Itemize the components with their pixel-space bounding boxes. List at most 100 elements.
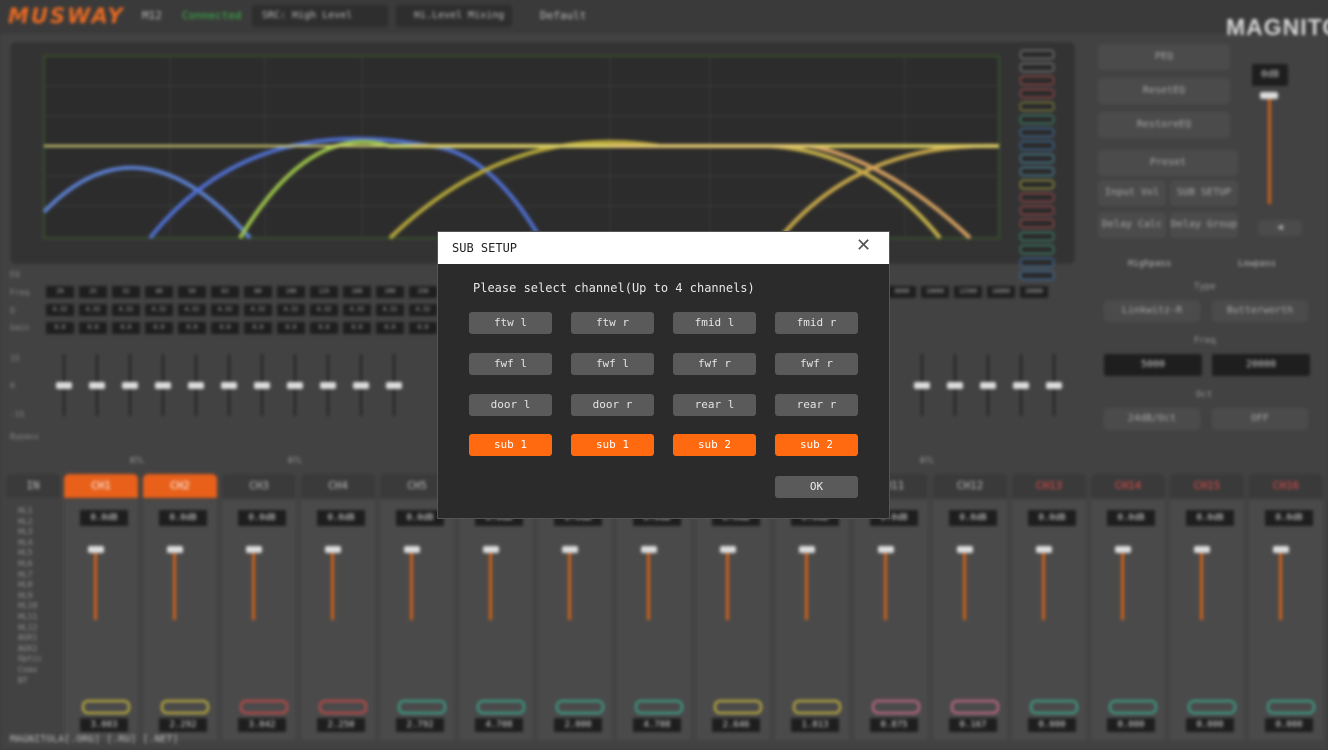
channel-button-sub-2-2[interactable]: sub 2	[775, 434, 858, 456]
eq-slider-knob[interactable]	[254, 382, 270, 389]
delay-group-button[interactable]: Delay Group	[1170, 212, 1238, 238]
eq-slider-knob[interactable]	[320, 382, 336, 389]
channel-fader-track[interactable]	[1121, 548, 1124, 620]
channel-delay-value[interactable]: 0.000	[1107, 718, 1155, 732]
link-button[interactable]	[556, 700, 604, 714]
channel-fader-knob[interactable]	[1115, 546, 1131, 553]
channel-delay-value[interactable]: 0.000	[1265, 718, 1313, 732]
link-button[interactable]	[1188, 700, 1236, 714]
channel-fader-knob[interactable]	[878, 546, 894, 553]
freq-cell[interactable]: 160	[343, 286, 371, 298]
highpass-freq-field[interactable]: 5000	[1104, 354, 1202, 376]
channel-tab[interactable]: CH4	[301, 474, 375, 498]
gain-cell[interactable]: 0.0	[211, 322, 239, 334]
channel-delay-value[interactable]: 2.792	[396, 718, 444, 732]
freq-cell[interactable]: 125	[310, 286, 338, 298]
q-cell[interactable]: 4.32	[79, 304, 107, 316]
channel-tab[interactable]: CH15	[1170, 474, 1244, 498]
link-button[interactable]	[319, 700, 367, 714]
lowpass-freq-field[interactable]: 20000	[1212, 354, 1310, 376]
link-button[interactable]	[82, 700, 130, 714]
freq-cell[interactable]: 20000	[1020, 286, 1048, 298]
reset-eq-button[interactable]: ResetEQ	[1098, 78, 1230, 104]
channel-delay-value[interactable]: 3.083	[80, 718, 128, 732]
lowpass-slope-select[interactable]: OFF	[1212, 408, 1308, 430]
input-vol-button[interactable]: Input Vol	[1098, 180, 1166, 206]
channel-delay-value[interactable]: 0.000	[1028, 718, 1076, 732]
preset-button[interactable]: Preset	[1098, 150, 1238, 176]
channel-fader-track[interactable]	[1042, 548, 1045, 620]
q-cell[interactable]: 4.32	[343, 304, 371, 316]
channel-button-rear-r[interactable]: rear r	[775, 394, 858, 416]
q-cell[interactable]: 4.32	[145, 304, 173, 316]
eq-slider-knob[interactable]	[155, 382, 171, 389]
link-button[interactable]	[161, 700, 209, 714]
channel-button-door-l[interactable]: door l	[469, 394, 552, 416]
q-cell[interactable]: 4.32	[211, 304, 239, 316]
channel-fader-knob[interactable]	[246, 546, 262, 553]
link-button[interactable]	[1109, 700, 1157, 714]
q-cell[interactable]: 4.32	[178, 304, 206, 316]
eq-slider-knob[interactable]	[914, 382, 930, 389]
channel-button-fmid-l[interactable]: fmid l	[673, 312, 756, 334]
link-button[interactable]	[477, 700, 525, 714]
freq-cell[interactable]: 63	[211, 286, 239, 298]
channel-fader-track[interactable]	[173, 548, 176, 620]
q-cell[interactable]: 4.32	[244, 304, 272, 316]
channel-fader-track[interactable]	[1279, 548, 1282, 620]
mixing-toggle[interactable]: Hi.Level Mixing	[396, 5, 512, 27]
channel-tab[interactable]: CH1	[64, 474, 138, 498]
gain-cell[interactable]: 0.0	[244, 322, 272, 334]
channel-fader-track[interactable]	[805, 548, 808, 620]
channel-fader-knob[interactable]	[1036, 546, 1052, 553]
channel-fader-track[interactable]	[884, 548, 887, 620]
gain-cell[interactable]: 0.0	[46, 322, 74, 334]
link-button[interactable]	[872, 700, 920, 714]
channel-tab[interactable]: CH12	[933, 474, 1007, 498]
eq-slider-knob[interactable]	[947, 382, 963, 389]
channel-fader-knob[interactable]	[167, 546, 183, 553]
eq-slider-knob[interactable]	[980, 382, 996, 389]
freq-cell[interactable]: 250	[409, 286, 437, 298]
link-button[interactable]	[1267, 700, 1315, 714]
channel-fader-knob[interactable]	[1194, 546, 1210, 553]
channel-fader-track[interactable]	[963, 548, 966, 620]
eq-slider-knob[interactable]	[386, 382, 402, 389]
freq-cell[interactable]: 40	[145, 286, 173, 298]
gain-cell[interactable]: 0.0	[310, 322, 338, 334]
link-button[interactable]	[240, 700, 288, 714]
channel-tab[interactable]: CH3	[222, 474, 296, 498]
channel-delay-value[interactable]: 1.813	[791, 718, 839, 732]
q-cell[interactable]: 4.32	[277, 304, 305, 316]
eq-slider-knob[interactable]	[188, 382, 204, 389]
link-button[interactable]	[1030, 700, 1078, 714]
channel-button-ftw-r[interactable]: ftw r	[571, 312, 654, 334]
freq-cell[interactable]: 50	[178, 286, 206, 298]
channel-fader-knob[interactable]	[957, 546, 973, 553]
channel-fader-track[interactable]	[726, 548, 729, 620]
channel-fader-knob[interactable]	[720, 546, 736, 553]
channel-delay-value[interactable]: 0.875	[870, 718, 918, 732]
freq-cell[interactable]: 200	[376, 286, 404, 298]
channel-button-rear-l[interactable]: rear l	[673, 394, 756, 416]
freq-cell[interactable]: 8000	[888, 286, 916, 298]
peq-button[interactable]: PEQ	[1098, 44, 1230, 70]
preset-name[interactable]: Default	[540, 9, 586, 22]
channel-button-sub-1-2[interactable]: sub 1	[571, 434, 654, 456]
channel-delay-value[interactable]: 0.167	[949, 718, 997, 732]
gain-cell[interactable]: 0.0	[409, 322, 437, 334]
gain-cell[interactable]: 0.0	[376, 322, 404, 334]
gain-cell[interactable]: 0.0	[79, 322, 107, 334]
freq-cell[interactable]: 100	[277, 286, 305, 298]
eq-slider-knob[interactable]	[287, 382, 303, 389]
channel-fader-knob[interactable]	[483, 546, 499, 553]
channel-button-fwf-r-2[interactable]: fwf r	[775, 353, 858, 375]
freq-cell[interactable]: 12500	[954, 286, 982, 298]
channel-fader-track[interactable]	[410, 548, 413, 620]
channel-button-fwf-r[interactable]: fwf r	[673, 353, 756, 375]
channel-delay-value[interactable]: 4.708	[475, 718, 523, 732]
channel-fader-track[interactable]	[331, 548, 334, 620]
gain-cell[interactable]: 0.0	[277, 322, 305, 334]
freq-cell[interactable]: 25	[79, 286, 107, 298]
channel-fader-knob[interactable]	[641, 546, 657, 553]
